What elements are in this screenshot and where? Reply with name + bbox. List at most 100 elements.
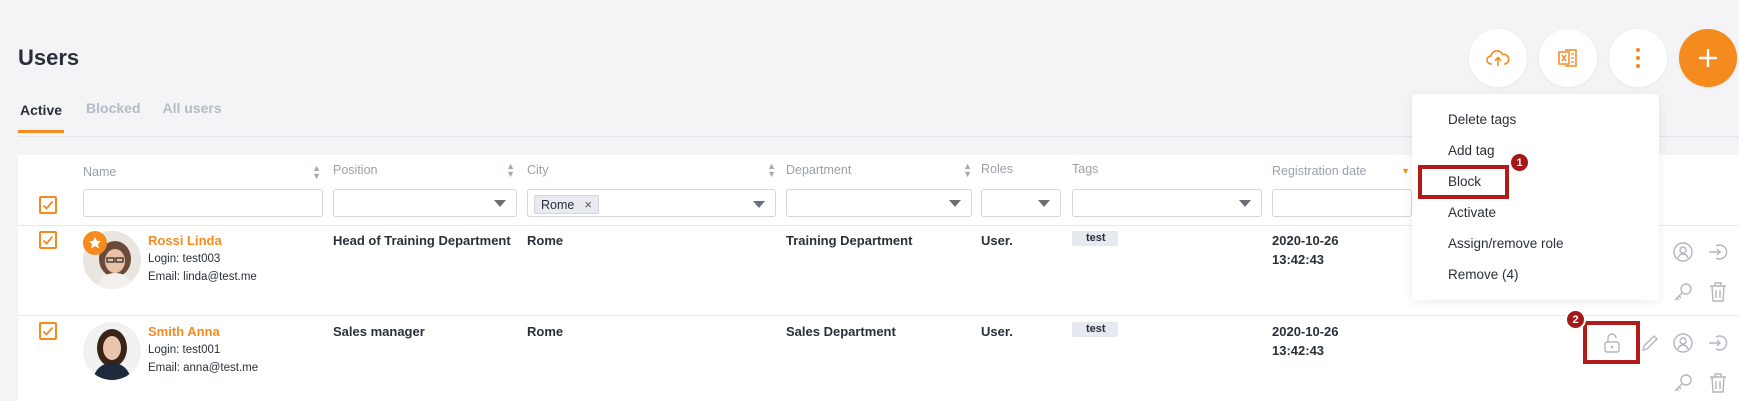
delete-user-button[interactable]	[1705, 279, 1731, 305]
cloud-upload-icon	[1486, 50, 1510, 66]
menu-item-activate[interactable]: Activate	[1448, 205, 1496, 220]
column-header-position[interactable]: Position ▲ ▼	[333, 161, 515, 179]
department-filter-select[interactable]	[786, 189, 972, 217]
user-position: Sales manager	[333, 324, 425, 339]
sign-in-icon	[1709, 335, 1728, 351]
chip-label: Rome	[541, 197, 575, 212]
reset-password-button[interactable]	[1670, 370, 1696, 396]
sort-desc-icon: ▼	[1401, 166, 1410, 176]
menu-item-delete-tags[interactable]: Delete tags	[1448, 112, 1516, 127]
column-header-tags[interactable]: Tags	[1072, 162, 1142, 176]
user-role-button[interactable]	[1670, 239, 1696, 265]
unblock-user-button[interactable]	[1599, 330, 1625, 356]
select-all-checkbox[interactable]	[39, 196, 57, 214]
user-login: Login: test001	[148, 344, 221, 356]
column-label: City	[527, 163, 549, 177]
user-roles: User.	[981, 324, 1013, 339]
user-tag[interactable]: test	[1072, 231, 1118, 246]
user-name-link[interactable]: Smith Anna	[148, 324, 220, 339]
user-role-button[interactable]	[1670, 330, 1696, 356]
city-filter-select[interactable]: Rome ×	[527, 189, 776, 217]
user-roles: User.	[981, 233, 1013, 248]
column-label: Tags	[1072, 162, 1099, 176]
trash-icon	[1710, 373, 1726, 393]
excel-export-icon	[1558, 49, 1577, 67]
column-label: Name	[83, 165, 117, 179]
roles-filter-select[interactable]	[981, 189, 1061, 217]
unblock-button-highlight	[1583, 321, 1640, 364]
column-header-roles[interactable]: Roles	[981, 162, 1051, 176]
sign-in-icon	[1709, 244, 1728, 260]
plus-icon	[1699, 49, 1717, 67]
user-tag[interactable]: test	[1072, 322, 1118, 337]
chip-remove-icon[interactable]: ×	[584, 197, 592, 212]
user-position: Head of Training Department	[333, 233, 511, 248]
menu-item-add-tag[interactable]: Add tag	[1448, 143, 1495, 158]
page-title: Users	[18, 45, 80, 70]
user-department: Sales Department	[786, 324, 896, 339]
step-badge-1: 1	[1509, 152, 1530, 173]
user-email: Email: anna@test.me	[148, 362, 259, 374]
tab-active[interactable]: Active	[18, 102, 65, 133]
step-badge-2: 2	[1565, 309, 1586, 330]
import-button[interactable]	[1469, 29, 1527, 87]
column-label: Position	[333, 163, 378, 177]
key-icon	[1674, 374, 1692, 392]
menu-item-assign-remove-role[interactable]: Assign/remove role	[1448, 236, 1564, 251]
row-checkbox[interactable]	[39, 322, 57, 340]
star-icon	[89, 237, 101, 249]
user-city: Rome	[527, 324, 564, 339]
registration-time: 13:42:43	[1272, 343, 1325, 358]
export-excel-button[interactable]	[1539, 29, 1597, 87]
sort-icon: ▲ ▼	[506, 161, 515, 179]
column-header-city[interactable]: City ▲ ▼	[527, 161, 776, 179]
column-label: Roles	[981, 162, 1013, 176]
chevron-down-icon	[1038, 199, 1050, 207]
pencil-icon	[1642, 335, 1658, 351]
avatar[interactable]	[83, 322, 141, 380]
checkmark-icon	[42, 326, 54, 336]
add-user-button[interactable]	[1679, 29, 1737, 87]
tab-blocked[interactable]: Blocked	[86, 100, 140, 133]
more-actions-button[interactable]	[1609, 29, 1667, 87]
menu-item-remove[interactable]: Remove (4)	[1448, 267, 1519, 282]
chevron-down-icon	[949, 199, 961, 207]
registration-date: 2020-10-26	[1272, 233, 1339, 248]
user-login: Login: test003	[148, 253, 221, 265]
more-vertical-icon	[1636, 48, 1640, 68]
registration-date-filter-input[interactable]	[1272, 189, 1412, 217]
sort-icon: ▲ ▼	[963, 161, 972, 179]
user-shield-icon	[1673, 242, 1693, 262]
column-header-registration-date[interactable]: Registration date ▼	[1272, 164, 1410, 178]
delete-user-button[interactable]	[1705, 370, 1731, 396]
sort-icon: ▲ ▼	[767, 161, 776, 179]
user-email: Email: linda@test.me	[148, 271, 257, 283]
chevron-down-icon	[753, 201, 765, 208]
column-label: Registration date	[1272, 164, 1367, 178]
login-as-button[interactable]	[1705, 330, 1731, 356]
reset-password-button[interactable]	[1670, 279, 1696, 305]
chevron-down-icon	[1239, 199, 1251, 207]
registration-date: 2020-10-26	[1272, 324, 1339, 339]
unlock-icon	[1603, 332, 1620, 353]
login-as-button[interactable]	[1705, 239, 1731, 265]
checkmark-icon	[42, 235, 54, 245]
column-header-department[interactable]: Department ▲ ▼	[786, 161, 972, 179]
key-icon	[1674, 283, 1692, 301]
name-filter-input[interactable]	[83, 189, 323, 217]
position-filter-select[interactable]	[333, 189, 517, 217]
user-name-link[interactable]: Rossi Linda	[148, 233, 222, 248]
tab-all-users[interactable]: All users	[163, 100, 222, 133]
user-shield-icon	[1673, 333, 1693, 353]
row-checkbox[interactable]	[39, 231, 57, 249]
column-header-name[interactable]: Name ▲ ▼	[83, 164, 321, 181]
tags-filter-select[interactable]	[1072, 189, 1262, 217]
user-photo	[83, 322, 141, 380]
user-city: Rome	[527, 233, 564, 248]
favorite-badge	[83, 231, 107, 255]
tab-bar: Active Blocked All users	[18, 100, 244, 133]
user-department: Training Department	[786, 233, 913, 248]
city-filter-chip: Rome ×	[534, 195, 599, 214]
column-label: Department	[786, 163, 852, 177]
edit-user-button[interactable]	[1637, 330, 1663, 356]
